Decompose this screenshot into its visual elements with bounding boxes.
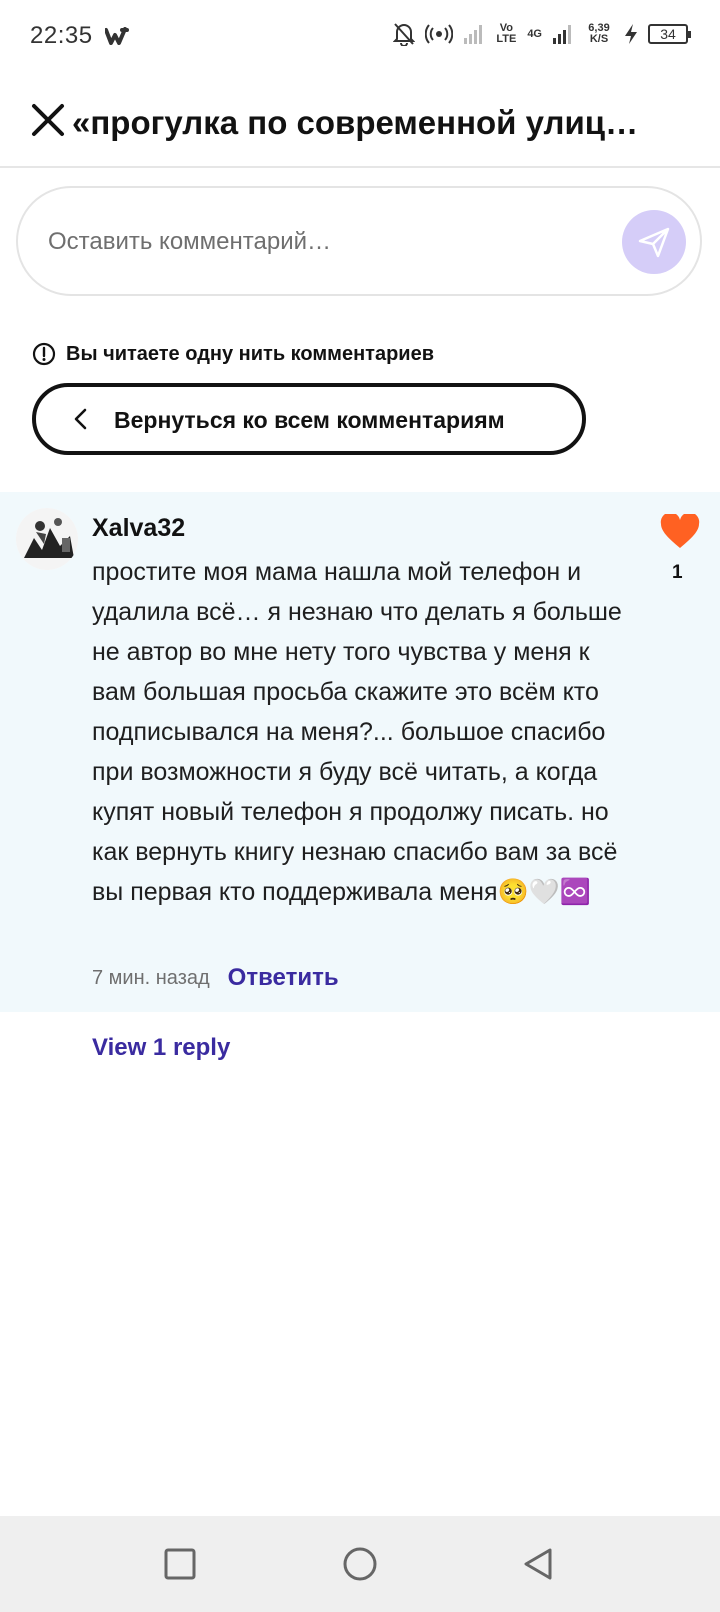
status-indicators: Vo LTE 4G 6,39 K/S 34 <box>393 22 691 46</box>
header: «прогулка по современной улиц… <box>0 84 720 168</box>
page-title: «прогулка по современной улиц… <box>72 104 639 141</box>
comment-input-placeholder: Оставить комментарий… <box>48 228 332 255</box>
home-icon[interactable] <box>342 1546 378 1582</box>
volte-label: Vo LTE <box>496 22 517 45</box>
signal-icon-1 <box>464 25 483 44</box>
comment-author[interactable]: Xalva32 <box>92 514 185 543</box>
like-count: 1 <box>672 562 683 583</box>
avatar-image <box>16 508 78 570</box>
back-icon[interactable] <box>520 1546 556 1582</box>
network-speed: 6,39 K/S <box>588 22 610 45</box>
mute-bell-icon <box>393 23 416 46</box>
recent-apps-icon[interactable] <box>162 1546 198 1582</box>
status-bar: 22:35 Vo LTE 4G 6,39 K/S 34 <box>0 0 720 72</box>
thread-notice-text: Вы читаете одну нить комментариев <box>66 342 435 365</box>
back-to-all-comments-label: Вернуться ко всем комментариям <box>114 407 505 433</box>
info-icon <box>32 342 56 366</box>
back-to-all-comments-button[interactable]: Вернуться ко всем комментариям <box>32 383 586 455</box>
hotspot-icon <box>425 24 454 44</box>
heart-icon[interactable] <box>660 514 700 550</box>
status-time: 22:35 <box>30 22 93 49</box>
signal-icon-2 <box>553 25 571 44</box>
comment-input[interactable]: Оставить комментарий… <box>16 186 702 296</box>
battery-indicator: 34 <box>648 24 691 44</box>
network-type-label: 4G <box>527 27 542 40</box>
comment-card: Xalva32 простите моя мама нашла мой теле… <box>0 492 720 1012</box>
charging-icon <box>625 24 637 44</box>
comment-meta: 7 мин. назад Ответить <box>92 964 339 992</box>
thread-notice: Вы читаете одну нить комментариев <box>32 342 434 366</box>
send-icon <box>638 227 670 258</box>
close-icon[interactable] <box>30 102 66 138</box>
view-replies-link[interactable]: View 1 reply <box>92 1034 230 1062</box>
system-nav-bar <box>0 1516 720 1612</box>
avatar[interactable] <box>16 508 78 570</box>
comment-text: простите моя мама нашла мой телефон и уд… <box>92 558 622 906</box>
send-button[interactable] <box>622 210 686 274</box>
wattpad-icon <box>104 27 129 45</box>
chevron-left-icon <box>74 408 87 430</box>
comment-time: 7 мин. назад <box>92 966 210 989</box>
reply-button[interactable]: Ответить <box>228 964 339 992</box>
